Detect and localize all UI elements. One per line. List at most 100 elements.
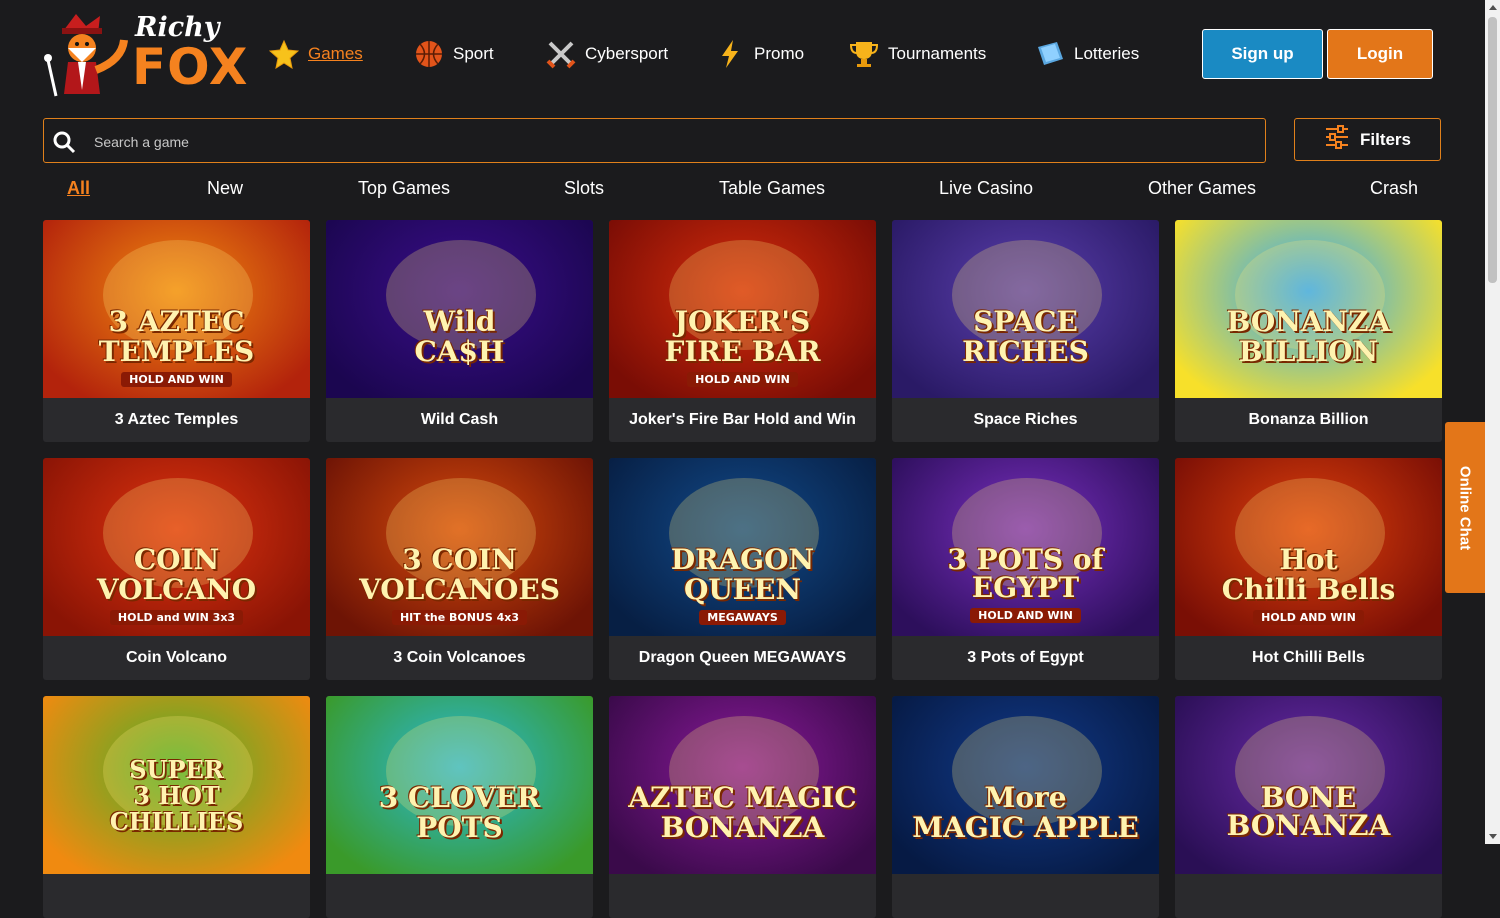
scrollbar[interactable]	[1485, 0, 1500, 844]
game-thumbnail[interactable]: SUPER 3 HOT CHILLIES	[43, 696, 310, 874]
nav-sport[interactable]: Sport	[413, 36, 494, 72]
game-thumbnail[interactable]: COIN VOLCANO HOLD and WIN 3x3	[43, 458, 310, 636]
game-card[interactable]: JOKER'S FIRE BAR HOLD AND WIN Joker's Fire …	[609, 220, 876, 442]
game-card[interactable]: More MAGIC APPLE	[892, 696, 1159, 918]
game-title[interactable]: Joker's Fire Bar Hold and Win	[609, 398, 876, 442]
tab-new[interactable]: New	[207, 178, 243, 199]
game-thumbnail[interactable]: More MAGIC APPLE	[892, 696, 1159, 874]
game-thumbnail[interactable]: BONE BONANZA	[1175, 696, 1442, 874]
game-art-line: SUPER	[129, 755, 224, 784]
game-title[interactable]: Wild Cash	[326, 398, 593, 442]
game-thumbnail[interactable]: 3 POTS of EGYPT HOLD AND WIN	[892, 458, 1159, 636]
scroll-up-arrow-icon[interactable]	[1489, 5, 1497, 10]
game-art-line: FIRE BAR	[664, 335, 821, 368]
lightning-icon	[714, 38, 746, 70]
game-art-line: SPACE	[973, 305, 1078, 338]
richy-fox-logo[interactable]: Richy FOX	[42, 10, 247, 98]
game-title[interactable]: 3 Coin Volcanoes	[326, 636, 593, 680]
game-title[interactable]: 3 Aztec Temples	[43, 398, 310, 442]
game-art-line: CHILLIES	[109, 807, 244, 836]
game-art-line: TEMPLES	[98, 335, 255, 368]
game-card[interactable]: SUPER 3 HOT CHILLIES	[43, 696, 310, 918]
tab-all[interactable]: All	[67, 178, 90, 199]
game-art-line: MAGIC APPLE	[912, 811, 1139, 844]
game-thumbnail[interactable]: JOKER'S FIRE BAR HOLD AND WIN	[609, 220, 876, 398]
game-art-title: BONE BONANZA	[1175, 784, 1442, 842]
nav-games[interactable]: Games	[268, 36, 363, 72]
game-art-subtitle: HOLD AND WIN	[121, 372, 232, 387]
tab-top-games[interactable]: Top Games	[358, 178, 450, 199]
game-art-line: CA$H	[414, 335, 505, 368]
nav-tournaments[interactable]: Tournaments	[848, 36, 986, 72]
basketball-icon	[413, 38, 445, 70]
search-input[interactable]	[92, 119, 1246, 164]
sliders-icon	[1324, 125, 1350, 154]
game-card[interactable]: AZTEC MAGIC BONANZA	[609, 696, 876, 918]
game-thumbnail[interactable]: AZTEC MAGIC BONANZA	[609, 696, 876, 874]
game-art-title: 3 AZTEC TEMPLES HOLD AND WIN	[43, 308, 310, 387]
game-card[interactable]: Wild CA$H Wild Cash	[326, 220, 593, 442]
ticket-icon	[1034, 38, 1066, 70]
game-title[interactable]: Bonanza Billion	[1175, 398, 1442, 442]
game-card[interactable]: 3 POTS of EGYPT HOLD AND WIN 3 Pots of Egy…	[892, 458, 1159, 680]
game-title[interactable]: Space Riches	[892, 398, 1159, 442]
scroll-thumb[interactable]	[1488, 17, 1497, 283]
filters-label: Filters	[1359, 129, 1412, 149]
nav-lotteries[interactable]: Lotteries	[1034, 36, 1139, 72]
game-art-line: 3 COIN	[402, 543, 517, 576]
tab-other-games[interactable]: Other Games	[1148, 178, 1256, 199]
game-card[interactable]: BONE BONANZA	[1175, 696, 1442, 918]
game-art-title: BONANZA BILLION	[1175, 308, 1442, 368]
game-art-line: COIN	[133, 543, 220, 576]
tab-live-casino[interactable]: Live Casino	[939, 178, 1033, 199]
login-button[interactable]: Login	[1327, 29, 1433, 79]
game-thumbnail[interactable]: Wild CA$H	[326, 220, 593, 398]
game-card[interactable]: 3 AZTEC TEMPLES HOLD AND WIN 3 Aztec Temple…	[43, 220, 310, 442]
game-title[interactable]: Hot Chilli Bells	[1175, 636, 1442, 680]
game-card[interactable]: 3 COIN VOLCANOES HIT the BONUS 4x3 3 Coin V…	[326, 458, 593, 680]
star-icon	[268, 38, 300, 70]
tab-crash[interactable]: Crash	[1370, 178, 1418, 199]
game-art-line: 3 HOT	[133, 781, 220, 810]
game-art-line: BILLION	[1238, 335, 1379, 368]
game-thumbnail[interactable]: BONANZA BILLION	[1175, 220, 1442, 398]
game-thumbnail[interactable]: 3 COIN VOLCANOES HIT the BONUS 4x3	[326, 458, 593, 636]
game-title[interactable]: 3 Pots of Egypt	[892, 636, 1159, 680]
filters-button[interactable]: Filters	[1294, 118, 1441, 161]
game-art-line: VOLCANOES	[359, 573, 560, 606]
nav-promo[interactable]: Promo	[714, 36, 804, 72]
nav-cybersport-label: Cybersport	[585, 44, 669, 63]
scroll-down-arrow-icon[interactable]	[1489, 834, 1497, 839]
nav-tournaments-label: Tournaments	[888, 44, 987, 63]
game-thumbnail[interactable]: Hot Chilli Bells HOLD AND WIN	[1175, 458, 1442, 636]
game-title[interactable]: Coin Volcano	[43, 636, 310, 680]
nav-games-label: Games	[308, 44, 363, 63]
tab-slots[interactable]: Slots	[564, 178, 604, 199]
game-thumbnail[interactable]: 3 CLOVER POTS	[326, 696, 593, 874]
nav-cybersport[interactable]: Cybersport	[545, 36, 668, 72]
game-art-subtitle: HOLD AND WIN	[687, 372, 798, 387]
game-art-title: 3 COIN VOLCANOES HIT the BONUS 4x3	[326, 546, 593, 625]
game-art-title: Hot Chilli Bells HOLD AND WIN	[1175, 546, 1442, 625]
online-chat-button[interactable]: Online Chat	[1445, 422, 1485, 593]
game-card[interactable]: BONANZA BILLION Bonanza Billion	[1175, 220, 1442, 442]
game-art-line: JOKER'S	[674, 305, 811, 338]
search-bar	[43, 118, 1266, 164]
game-art-subtitle: HOLD and WIN 3x3	[109, 610, 244, 625]
game-thumbnail[interactable]: 3 AZTEC TEMPLES HOLD AND WIN	[43, 220, 310, 398]
game-card[interactable]: 3 CLOVER POTS	[326, 696, 593, 918]
game-thumbnail[interactable]: DRAGON QUEEN MEGAWAYS	[609, 458, 876, 636]
game-card[interactable]: SPACE RICHES Space Riches	[892, 220, 1159, 442]
tab-table-games[interactable]: Table Games	[719, 178, 825, 199]
game-card[interactable]: Hot Chilli Bells HOLD AND WIN Hot Chilli Be…	[1175, 458, 1442, 680]
game-card[interactable]: COIN VOLCANO HOLD and WIN 3x3 Coin Volcano	[43, 458, 310, 680]
game-title[interactable]: Dragon Queen MEGAWAYS	[609, 636, 876, 680]
signup-button[interactable]: Sign up	[1202, 29, 1323, 79]
header: Richy FOX Games Sport Cybersport Promo T…	[0, 0, 1485, 106]
game-art-line: 3 POTS of EGYPT	[947, 543, 1104, 604]
game-card[interactable]: DRAGON QUEEN MEGAWAYS Dragon Queen MEGAWAYS	[609, 458, 876, 680]
game-thumbnail[interactable]: SPACE RICHES	[892, 220, 1159, 398]
game-art-title: More MAGIC APPLE	[892, 784, 1159, 844]
search-icon[interactable]	[52, 130, 76, 159]
crossed-swords-icon	[545, 38, 577, 70]
